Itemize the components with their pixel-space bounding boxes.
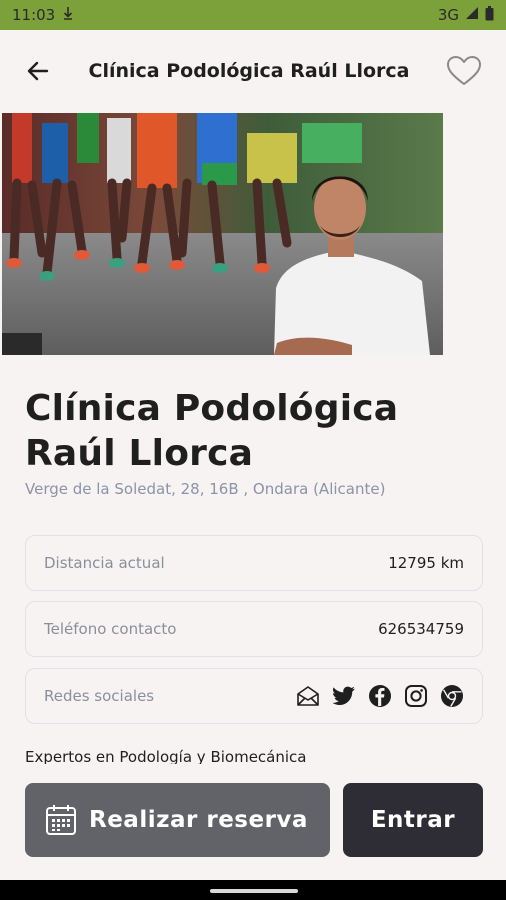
download-icon: [63, 6, 73, 24]
enter-button[interactable]: Entrar: [343, 783, 483, 857]
instagram-icon[interactable]: [404, 684, 428, 708]
email-icon[interactable]: [296, 684, 320, 708]
calendar-icon: [45, 803, 79, 837]
book-button-label: Realizar reserva: [89, 807, 308, 833]
phone-card[interactable]: Teléfono contacto 626534759: [25, 601, 483, 657]
clinic-name: Clínica Podológica Raúl Llorca: [25, 388, 399, 474]
social-icons: [296, 684, 464, 708]
home-handle[interactable]: [210, 889, 298, 893]
distance-label: Distancia actual: [44, 554, 165, 572]
phone-value[interactable]: 626534759: [378, 620, 464, 638]
app-bar: Clínica Podológica Raúl Llorca: [0, 30, 506, 112]
facebook-icon[interactable]: [368, 684, 392, 708]
distance-value: 12795 km: [388, 554, 464, 572]
enter-button-label: Entrar: [370, 807, 456, 833]
social-label: Redes sociales: [44, 687, 155, 705]
book-appointment-button[interactable]: Realizar reserva: [25, 783, 330, 857]
clinic-address: Verge de la Soledat, 28, 16B , Ondara (A…: [25, 480, 386, 498]
web-icon[interactable]: [440, 684, 464, 708]
status-time: 11:03: [12, 6, 56, 24]
heart-icon[interactable]: [444, 51, 484, 91]
network-type: 3G: [437, 6, 459, 24]
phone-label: Teléfono contacto: [44, 620, 177, 638]
system-nav-bar: [0, 880, 506, 900]
twitter-icon[interactable]: [332, 684, 356, 708]
social-card: Redes sociales: [25, 668, 483, 724]
status-bar: 11:03 3G: [0, 0, 506, 30]
battery-icon: [485, 5, 494, 25]
back-arrow-icon[interactable]: [22, 55, 54, 87]
clinic-description: Expertos en Podología y Biomecánica: [25, 748, 307, 764]
page-title: Clínica Podológica Raúl Llorca: [88, 60, 410, 82]
distance-card: Distancia actual 12795 km: [25, 535, 483, 591]
signal-icon: [465, 6, 479, 24]
clinic-photo: [2, 113, 443, 355]
